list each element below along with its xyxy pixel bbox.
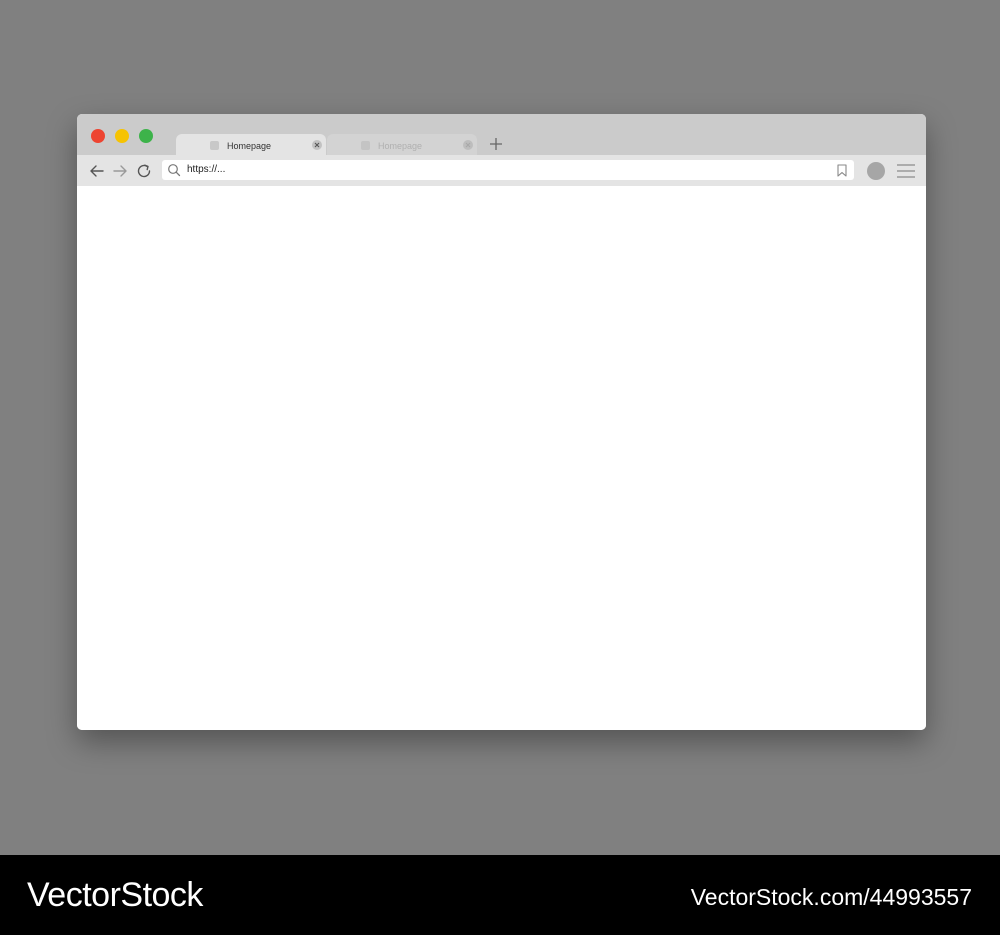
reload-icon[interactable] <box>135 162 153 180</box>
plus-icon[interactable] <box>489 137 503 151</box>
tab-close-button[interactable] <box>312 140 322 150</box>
maximize-window-button[interactable] <box>139 129 153 143</box>
tab-label: Homepage <box>378 141 423 151</box>
favicon-icon <box>210 141 219 150</box>
address-bar[interactable] <box>162 160 854 180</box>
avatar[interactable] <box>867 162 885 180</box>
close-icon <box>465 142 471 148</box>
watermark-brand: VectorStock <box>27 876 203 914</box>
tab-homepage-active[interactable]: Homepage <box>176 134 326 155</box>
watermark-bar: VectorStock VectorStock.com/44993557 <box>0 855 1000 935</box>
favicon-icon <box>361 141 370 150</box>
tab-label: Homepage <box>227 141 272 151</box>
close-icon <box>314 142 320 148</box>
tab-homepage-inactive[interactable]: Homepage <box>327 134 477 155</box>
menu-icon[interactable] <box>896 163 916 179</box>
forward-arrow-icon[interactable] <box>111 162 129 180</box>
page-content <box>77 186 926 730</box>
browser-window: Homepage Homepage <box>77 114 926 730</box>
minimize-window-button[interactable] <box>115 129 129 143</box>
watermark-reference: VectorStock.com/44993557 <box>690 884 972 910</box>
title-bar: Homepage Homepage <box>77 114 926 155</box>
back-arrow-icon[interactable] <box>88 162 106 180</box>
browser-toolbar <box>77 155 926 186</box>
search-icon <box>168 164 181 177</box>
bookmark-icon[interactable] <box>836 164 848 177</box>
close-window-button[interactable] <box>91 129 105 143</box>
url-input[interactable] <box>187 160 807 180</box>
tab-close-button[interactable] <box>463 140 473 150</box>
